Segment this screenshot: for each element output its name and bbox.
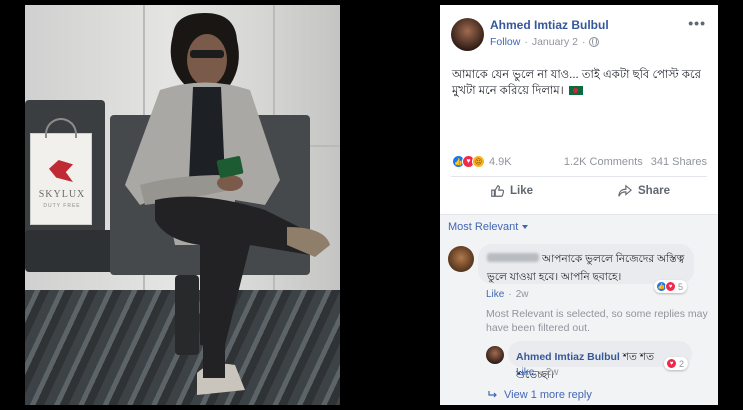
like-button-label: Like	[510, 185, 534, 197]
reaction-count: 4.9K	[489, 155, 512, 168]
comment-like-link[interactable]: Like	[486, 289, 504, 300]
share-button-label: Share	[638, 185, 670, 197]
filter-label-text: Most Relevant	[448, 221, 519, 233]
meta-separator: ·	[581, 36, 586, 48]
reply-reaction-count: 2	[679, 358, 685, 369]
photo-seated-man	[125, 13, 330, 395]
post-author-name[interactable]: Ahmed Imtiaz Bulbul	[490, 18, 609, 32]
post-photo[interactable]: SKYLUX DUTY FREE	[25, 5, 340, 405]
bangladesh-flag-icon	[569, 86, 583, 96]
reply-like-link[interactable]: Like	[516, 367, 534, 378]
like-button[interactable]: Like	[490, 184, 533, 198]
most-relevant-dropdown[interactable]: Most Relevant	[448, 221, 529, 233]
shares-count[interactable]: 341 Shares	[651, 156, 707, 168]
globe-icon	[589, 37, 600, 47]
commenter-avatar[interactable]	[448, 246, 474, 272]
comment-bubble: আপনাকে ভুললে নিজেদের অস্তিত্ব ভুলে যাওয়…	[478, 244, 694, 284]
thumbs-up-icon	[491, 185, 504, 197]
reply-author-name[interactable]: Ahmed Imtiaz Bulbul	[516, 351, 620, 363]
engagement-counts: 1.2K Comments 341 Shares	[564, 156, 707, 168]
comment-dot: ·	[508, 289, 512, 300]
view-more-replies-link[interactable]: View 1 more reply	[488, 389, 592, 401]
comments-count[interactable]: 1.2K Comments	[564, 156, 643, 168]
facebook-post-card: Ahmed Imtiaz Bulbul Follow · January 2 ·…	[440, 5, 718, 405]
view-more-replies-label: View 1 more reply	[504, 389, 592, 401]
author-avatar[interactable]	[451, 18, 484, 51]
reaction-summary[interactable]: 👍 ♥ ☹ 4.9K	[452, 155, 512, 168]
reply-reaction-pill[interactable]: ♥ 2	[664, 357, 689, 370]
reply-author-avatar[interactable]	[486, 346, 504, 364]
comment-actions: Like · 2w	[486, 289, 529, 300]
post-date[interactable]: January 2	[532, 36, 578, 48]
love-reaction-icon: ♥	[666, 358, 677, 369]
share-arrow-icon	[618, 184, 632, 197]
comment-reaction-pill[interactable]: 👍 ♥ 5	[654, 280, 688, 293]
filter-notice: Most Relevant is selected, so some repli…	[486, 308, 708, 334]
comment-reaction-count: 5	[678, 281, 684, 292]
comment-time[interactable]: 2w	[516, 289, 529, 300]
follow-link[interactable]: Follow	[490, 36, 520, 48]
comments-section: আপনাকে ভুললে নিজেদের অস্তিত্ব ভুলে যাওয়…	[440, 240, 718, 405]
reply-dot: ·	[538, 367, 542, 378]
reply-time[interactable]: 2w	[546, 367, 559, 378]
caret-down-icon	[522, 225, 529, 229]
more-options-icon[interactable]: •••	[688, 15, 706, 31]
reply-actions: Like · 2w	[516, 367, 559, 378]
share-button[interactable]: Share	[618, 184, 670, 198]
divider	[451, 176, 707, 177]
commenter-name-blurred	[487, 253, 539, 263]
post-text: আমাকে যেন ভুলে না যাও... তাই একটা ছবি পো…	[452, 67, 710, 99]
comment-filter-bar: Most Relevant	[440, 214, 718, 240]
reply-arrow-icon	[488, 391, 497, 398]
post-meta: Follow · January 2 ·	[490, 36, 600, 48]
sad-reaction-icon: ☹	[472, 155, 485, 168]
love-reaction-icon: ♥	[665, 281, 676, 292]
meta-separator: ·	[524, 36, 528, 48]
